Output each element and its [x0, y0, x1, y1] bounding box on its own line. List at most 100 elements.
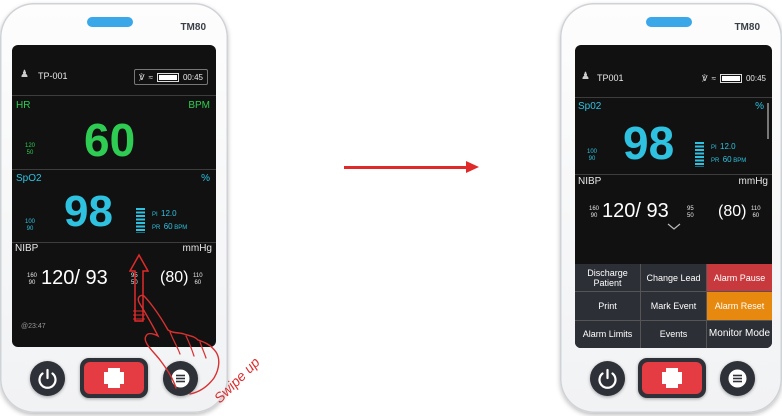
nibp-map-lower: 60: [752, 213, 760, 219]
pi-value: 12.0: [161, 209, 177, 218]
power-icon: [598, 368, 617, 389]
red-cross-icon: [662, 368, 682, 388]
spo2-unit: %: [201, 173, 210, 184]
pr-value: 60: [163, 222, 173, 231]
nibp-map-limits: 110 60: [751, 206, 761, 220]
nibp-label: NIBP: [578, 176, 602, 187]
nibp-map-upper: 110: [193, 273, 203, 279]
nibp-sys-lower: 90: [590, 213, 598, 219]
quick-menu: Discharge Patient Change Lead Alarm Paus…: [575, 264, 772, 348]
clock-time: 00:45: [745, 73, 766, 83]
pi-value: 12.0: [720, 142, 736, 151]
patient-icon: ♟: [581, 71, 590, 82]
perfusion-bar: [695, 142, 704, 167]
chevron-down-icon[interactable]: [667, 223, 681, 231]
patient-id: TP-001: [38, 71, 68, 81]
model-label: TM80: [180, 22, 206, 33]
divider: [12, 169, 216, 170]
spo2-limits: 100 90: [587, 149, 597, 163]
nibp-sys-lower: 90: [28, 280, 36, 286]
nibp-map-limits: 110 60: [193, 273, 203, 287]
spo2-value: 98: [623, 117, 675, 169]
emergency-button-face: [642, 362, 702, 394]
spo2-label: Sp02: [578, 101, 602, 112]
nibp-map-upper: 110: [751, 206, 761, 212]
monitor-mode-button[interactable]: Monitor Mode: [707, 320, 772, 348]
power-button[interactable]: [590, 361, 625, 396]
menu-button[interactable]: [720, 361, 755, 396]
nibp-value: 120/ 93: [41, 267, 108, 289]
pr-label: PR: [152, 225, 161, 231]
pi-pr-readout: PI 12.0 PR 60 BPM: [152, 208, 187, 234]
pi-label: PI: [711, 145, 717, 151]
spo2-label: SpO2: [16, 173, 42, 184]
spo2-value: 98: [64, 187, 113, 236]
mark-event-button[interactable]: Mark Event: [641, 292, 706, 320]
nibp-unit: mmHg: [738, 176, 768, 187]
nibp-dia-upper: 95: [687, 206, 694, 212]
nibp-sys-upper: 160: [589, 206, 600, 212]
power-button[interactable]: [30, 361, 65, 396]
divider: [575, 97, 772, 98]
signal-icon: ℣: [702, 73, 708, 83]
nibp-sys-upper: 160: [27, 273, 38, 279]
hardware-buttons: [560, 357, 782, 401]
nibp-timestamp: @23:47: [21, 323, 46, 330]
hr-value: 60: [84, 114, 136, 166]
nibp-sys-limits: 160 90: [589, 206, 599, 220]
hr-lower-limit: 50: [26, 150, 34, 156]
events-button[interactable]: Events: [641, 320, 706, 348]
scrollbar[interactable]: [767, 103, 769, 139]
divider: [575, 174, 772, 175]
spo2-limits: 100 90: [25, 219, 35, 233]
pr-value: 60: [722, 155, 732, 164]
discharge-patient-button[interactable]: Discharge Patient: [575, 264, 640, 292]
divider: [12, 95, 216, 96]
hr-upper-limit: 120: [25, 143, 36, 149]
spo2-upper-limit: 100: [587, 149, 598, 155]
nibp-mean: (80): [160, 269, 189, 286]
alarm-pause-button[interactable]: Alarm Pause: [707, 264, 772, 292]
status-bar: ♟ TP001 ℣ ≈ 00:45: [581, 71, 766, 87]
nibp-label: NIBP: [15, 243, 39, 254]
wifi-icon: ≈: [711, 73, 716, 83]
hamburger-menu-icon: [728, 369, 747, 388]
patient-icon: ♟: [20, 69, 29, 80]
change-lead-button[interactable]: Change Lead: [641, 264, 706, 292]
spo2-upper-limit: 100: [25, 219, 36, 225]
power-icon: [38, 368, 57, 389]
speaker-indicator: [87, 17, 133, 27]
spo2-lower-limit: 90: [26, 226, 34, 232]
model-label: TM80: [734, 22, 760, 33]
status-bar: ♟ TP-001 ℣ ≈ 00:45: [20, 69, 208, 85]
battery-icon: [156, 72, 179, 82]
signal-icon: ℣: [139, 72, 145, 82]
transition-arrow-head: [466, 161, 479, 173]
wifi-icon: ≈: [148, 72, 153, 82]
nibp-map-lower: 60: [194, 280, 202, 286]
perfusion-bar: [136, 208, 145, 233]
transition-arrow: [344, 166, 468, 169]
alarm-limits-button[interactable]: Alarm Limits: [575, 320, 640, 348]
spo2-lower-limit: 90: [588, 156, 596, 162]
status-indicators: ℣ ≈ 00:45: [702, 71, 766, 85]
nibp-dia-lower: 50: [687, 213, 694, 219]
emergency-button[interactable]: [638, 358, 706, 398]
hr-unit: BPM: [188, 100, 210, 111]
spo2-unit: %: [755, 101, 764, 112]
nibp-dia-limits: 95 50: [687, 206, 694, 220]
right-device: TM80 ♟ TP001 ℣ ≈ 00:45 Sp02 % 100 90 98 …: [560, 3, 782, 413]
monitor-screen: ♟ TP001 ℣ ≈ 00:45 Sp02 % 100 90 98 PI 12…: [575, 45, 772, 348]
battery-icon: [719, 73, 742, 83]
nibp-mean: (80): [718, 203, 747, 220]
hr-limits: 120 50: [25, 143, 35, 157]
pr-unit: BPM: [733, 158, 747, 164]
hr-label: HR: [16, 100, 31, 111]
pr-label: PR: [711, 158, 720, 164]
status-indicators: ℣ ≈ 00:45: [134, 69, 208, 85]
print-button[interactable]: Print: [575, 292, 640, 320]
nibp-value: 120/ 93: [602, 200, 669, 222]
alarm-reset-button[interactable]: Alarm Reset: [707, 292, 772, 320]
nibp-unit: mmHg: [182, 243, 212, 254]
pi-pr-readout: PI 12.0 PR 60 BPM: [711, 141, 746, 167]
